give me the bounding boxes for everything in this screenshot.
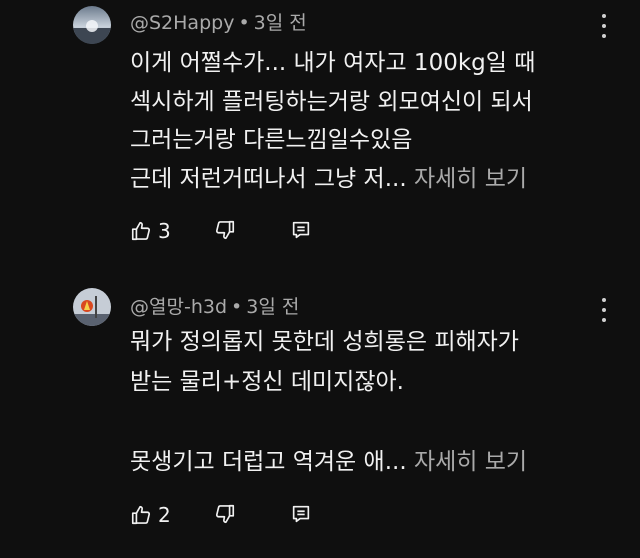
read-more-link[interactable]: 자세히 보기 <box>414 449 527 475</box>
thumb-down-icon <box>215 220 235 240</box>
comment-text: 뭐가 정의롭지 못한데 성희롱은 피해자가 받는 물리+정신 데미지잖아. 못생… <box>130 322 620 482</box>
separator: • <box>238 12 250 34</box>
author-name[interactable]: @S2Happy <box>130 12 234 34</box>
dislike-button[interactable] <box>214 219 236 241</box>
reply-icon <box>292 505 310 523</box>
reply-button[interactable] <box>290 219 312 241</box>
comment-text: 이게 어쩔수가... 내가 여자고 100kg일 때 섹시하게 플러팅하는거랑 … <box>130 44 620 198</box>
avatar[interactable] <box>73 288 111 326</box>
reply-button[interactable] <box>290 503 312 525</box>
more-vert-icon[interactable] <box>598 298 610 322</box>
like-button[interactable]: 2 <box>130 503 171 527</box>
comment-header: @S2Happy • 3일 전 <box>130 8 307 35</box>
author-name[interactable]: @열망-h3d <box>130 296 227 318</box>
like-button[interactable]: 3 <box>130 219 171 243</box>
thumb-up-icon <box>131 505 151 525</box>
comment-time[interactable]: 3일 전 <box>246 296 299 318</box>
reply-icon <box>292 221 310 239</box>
more-vert-icon[interactable] <box>598 14 610 38</box>
avatar[interactable] <box>73 6 111 44</box>
comment-time[interactable]: 3일 전 <box>254 12 307 34</box>
comment-header: @열망-h3d • 3일 전 <box>130 292 299 319</box>
like-count: 3 <box>158 219 171 243</box>
read-more-link[interactable]: 자세히 보기 <box>414 166 527 192</box>
thumb-down-icon <box>215 504 235 524</box>
separator: • <box>231 296 243 318</box>
like-count: 2 <box>158 503 171 527</box>
dislike-button[interactable] <box>214 503 236 525</box>
thumb-up-icon <box>131 221 151 241</box>
